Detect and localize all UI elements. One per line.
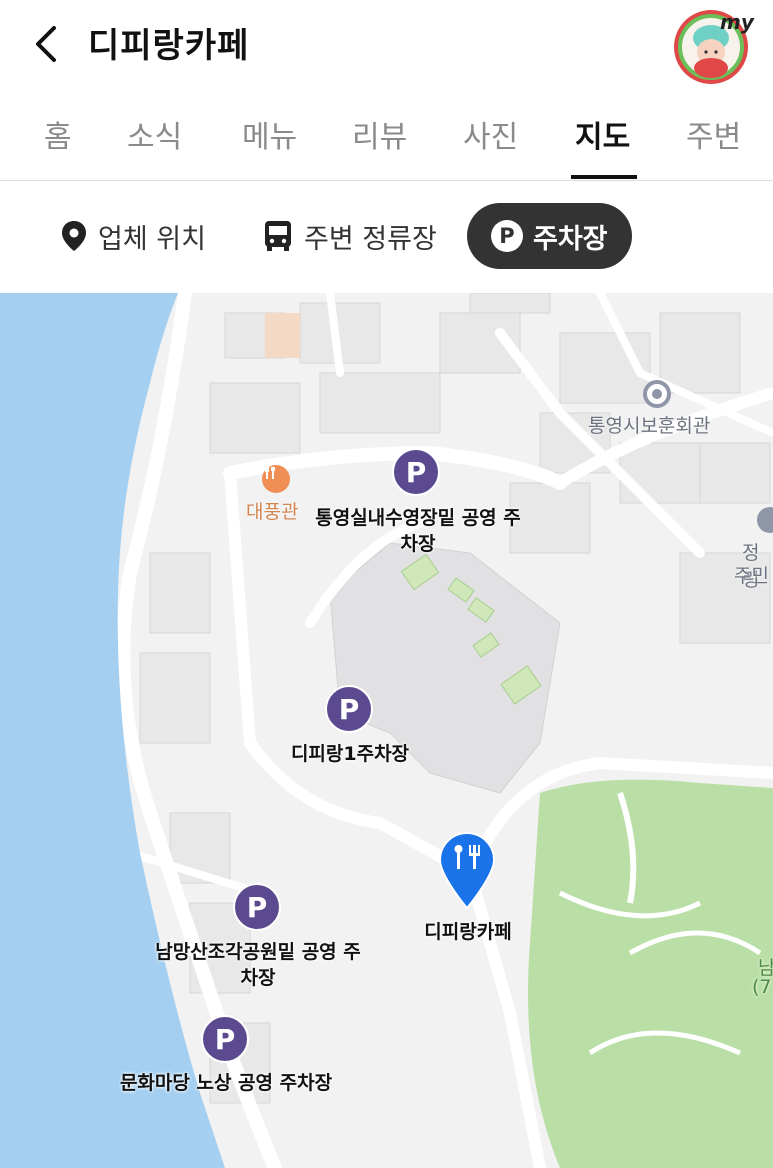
tab-nearby[interactable]: 주변 — [686, 112, 741, 156]
my-avatar-button[interactable]: my — [672, 8, 754, 86]
header-bar: 디피랑카페 my — [0, 0, 773, 90]
location-pin-icon — [60, 219, 88, 253]
filter-parking-button[interactable]: P 주차장 — [467, 203, 632, 269]
restaurant-icon — [262, 465, 290, 493]
restaurant-marker-icon — [438, 831, 496, 910]
tab-map[interactable]: 지도 — [575, 112, 630, 156]
cafe-location-marker[interactable] — [437, 831, 497, 911]
tab-photo[interactable]: 사진 — [463, 112, 518, 156]
parking-pin-3[interactable]: P — [233, 883, 281, 931]
chevron-left-icon — [36, 26, 56, 62]
poi-hall-label[interactable]: 통영시보훈회관 — [588, 411, 710, 438]
map-view[interactable]: 대풍관 통영시보훈회관 정링 주민 남 (7 P 통영실내수영장밑 공영 주 차… — [0, 293, 773, 1168]
poi-restaurant-label[interactable]: 대풍관 — [246, 497, 298, 524]
bus-icon — [262, 219, 294, 253]
filter-location-button[interactable]: 업체 위치 — [60, 203, 206, 269]
cafe-label[interactable]: 디피랑카페 — [404, 919, 532, 945]
back-button[interactable] — [28, 22, 68, 66]
parking-label-4[interactable]: 문화마당 노상 공영 주차장 — [104, 1070, 348, 1096]
page-title: 디피랑카페 — [88, 26, 250, 66]
parking-label-1[interactable]: 통영실내수영장밑 공영 주 차장 — [300, 505, 536, 557]
tab-news[interactable]: 소식 — [127, 112, 182, 156]
parking-pin-4[interactable]: P — [201, 1015, 249, 1063]
tab-menu[interactable]: 메뉴 — [242, 112, 297, 156]
filter-location-label: 업체 위치 — [98, 223, 206, 255]
filter-bus-label: 주변 정류장 — [304, 223, 437, 255]
landmark-icon — [643, 380, 671, 408]
poi-office-label-2[interactable]: 주민 — [734, 561, 769, 588]
parking-label-3[interactable]: 남망산조각공원밑 공영 주 차장 — [140, 939, 376, 991]
active-tab-indicator — [571, 175, 637, 179]
parking-label-2[interactable]: 디피랑1주차장 — [270, 741, 430, 767]
parking-icon: P — [491, 220, 523, 252]
filter-parking-label: 주차장 — [533, 223, 608, 255]
parking-pin-2[interactable]: P — [325, 685, 373, 733]
parking-pin-1[interactable]: P — [392, 448, 440, 496]
filter-bus-button[interactable]: 주변 정류장 — [262, 203, 437, 269]
tab-bar: 홈 소식 메뉴 리뷰 사진 지도 주변 — [0, 92, 773, 181]
poi-park-label-2[interactable]: (7 — [752, 976, 772, 998]
tab-review[interactable]: 리뷰 — [352, 112, 407, 156]
map-filter-bar: 업체 위치 주변 정류장 P 주차장 — [0, 181, 773, 293]
avatar-my-text: my — [720, 10, 754, 34]
tab-home[interactable]: 홈 — [44, 112, 72, 156]
